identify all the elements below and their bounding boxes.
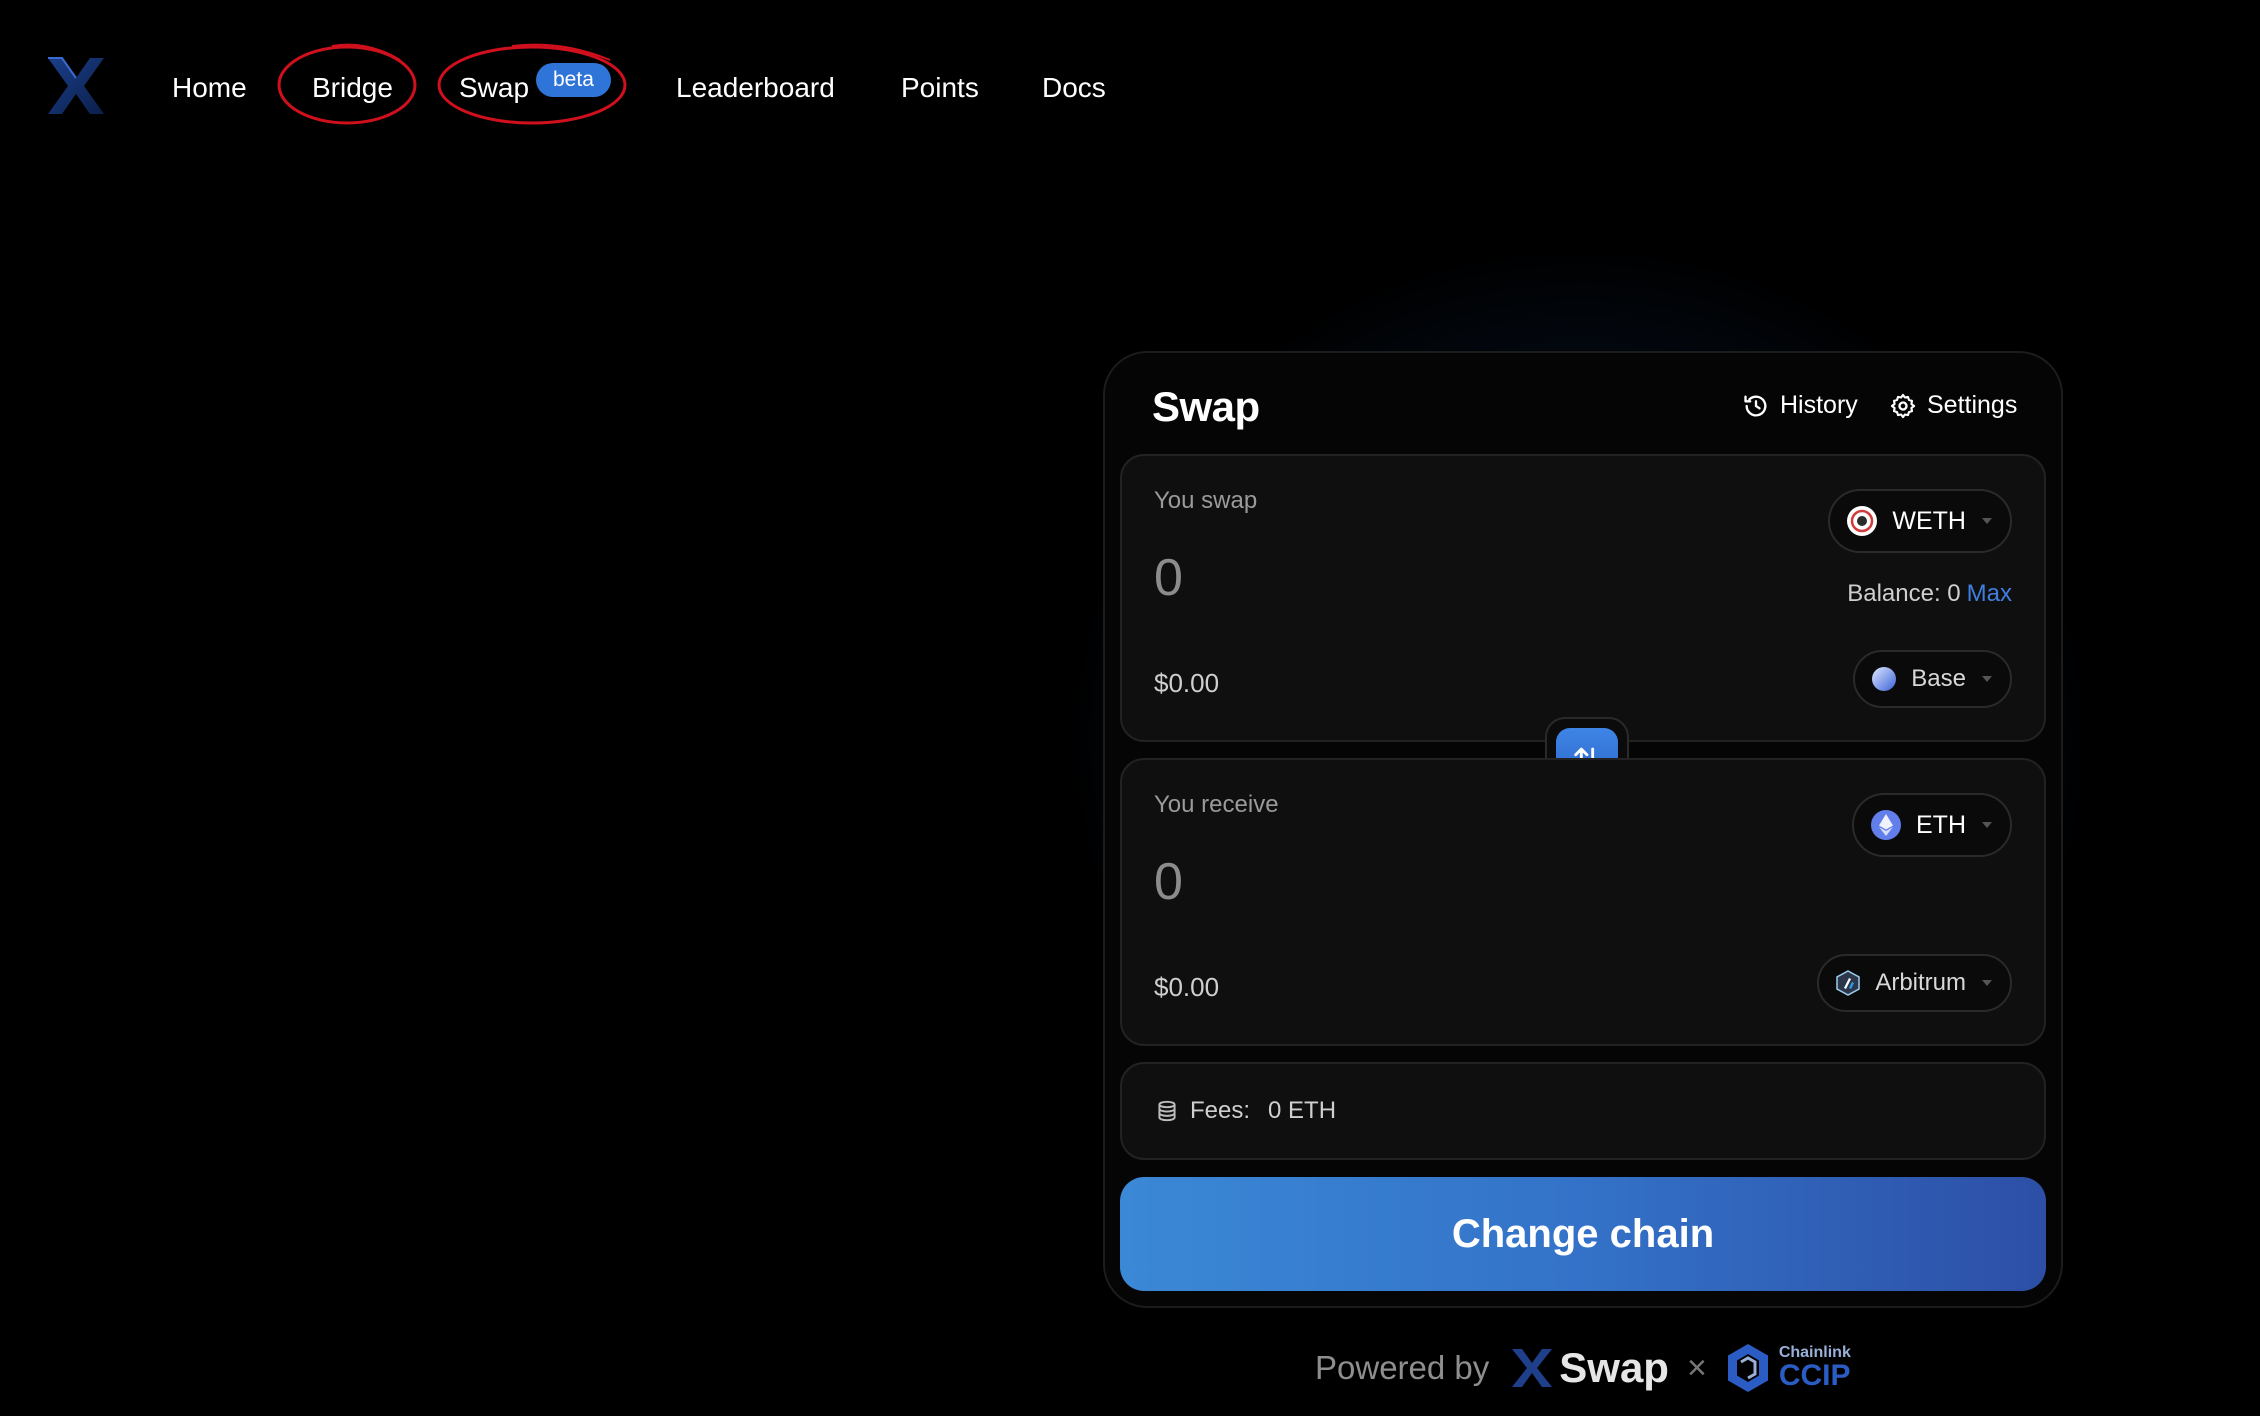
from-label: You swap [1154,487,1258,514]
gear-icon [1890,393,1916,418]
separator-x: × [1686,1348,1707,1387]
from-usd-value: $0.00 [1154,668,1220,698]
from-balance: Balance: 0 Max [1847,580,2012,608]
from-token-label: WETH [1892,506,1966,535]
coins-icon [1158,1100,1176,1122]
powered-by: Powered by Swap × Chainlink CCIP [1315,1336,1851,1400]
nav-swap[interactable]: Swap [459,68,529,108]
eth-icon [1871,810,1901,840]
card-title: Swap [1152,383,1260,430]
from-network-label: Base [1911,665,1966,692]
to-amount-input[interactable] [1154,850,1654,914]
to-network-select[interactable]: Arbitrum [1817,954,2012,1012]
arbitrum-network-icon [1836,970,1861,996]
to-network-label: Arbitrum [1875,969,1966,996]
to-token-label: ETH [1916,810,1966,839]
weth-icon [1847,506,1878,536]
to-panel: You receive ETH $0.00 Arbitrum [1120,758,2046,1046]
chainlink-icon [1727,1344,1768,1392]
history-button[interactable]: History [1742,391,1858,420]
nav-bridge[interactable]: Bridge [312,68,393,108]
from-panel: You swap WETH Balance: 0Max $0.00 Base [1120,454,2046,742]
history-label: History [1780,391,1858,419]
from-amount-input[interactable] [1154,546,1654,610]
from-network-select[interactable]: Base [1853,650,2012,708]
settings-label: Settings [1927,391,2018,419]
history-icon [1744,395,1767,417]
to-token-select[interactable]: ETH [1852,793,2012,857]
fees-value: 0 ETH [1268,1097,1337,1124]
powered-by-text: Powered by [1315,1349,1490,1386]
nav-docs[interactable]: Docs [1042,68,1106,108]
chainlink-ccip-logo: Chainlink CCIP [1725,1342,1851,1394]
brand-swap-text: Swap [1559,1344,1669,1391]
balance-label: Balance: 0 [1847,580,1961,607]
chevron-down-icon [1982,676,1992,682]
beta-badge: beta [536,63,611,97]
chevron-down-icon [1982,822,1992,828]
nav-home[interactable]: Home [172,68,247,108]
from-token-select[interactable]: WETH [1828,489,2012,553]
chevron-down-icon [1982,518,1992,524]
ccip-text: CCIP [1778,1359,1851,1392]
top-nav: Home Bridge Swap beta Leaderboard Points… [0,0,2260,180]
chevron-down-icon [1982,980,1992,986]
swap-card: Swap History Settings You swap WETH [1103,351,2063,1308]
to-label: You receive [1154,791,1279,818]
x-logo-icon[interactable] [44,54,108,118]
fees-label: Fees: [1190,1097,1251,1124]
nav-points[interactable]: Points [901,68,979,108]
xswap-logo-icon [1512,1349,1553,1387]
settings-button[interactable]: Settings [1889,391,2017,420]
base-network-icon [1872,667,1897,691]
nav-leaderboard[interactable]: Leaderboard [676,68,835,108]
to-usd-value: $0.00 [1154,972,1220,1002]
fees-panel: Fees: 0 ETH [1120,1062,2046,1160]
change-chain-button[interactable]: Change chain [1120,1177,2046,1291]
max-button[interactable]: Max [1967,580,2012,607]
